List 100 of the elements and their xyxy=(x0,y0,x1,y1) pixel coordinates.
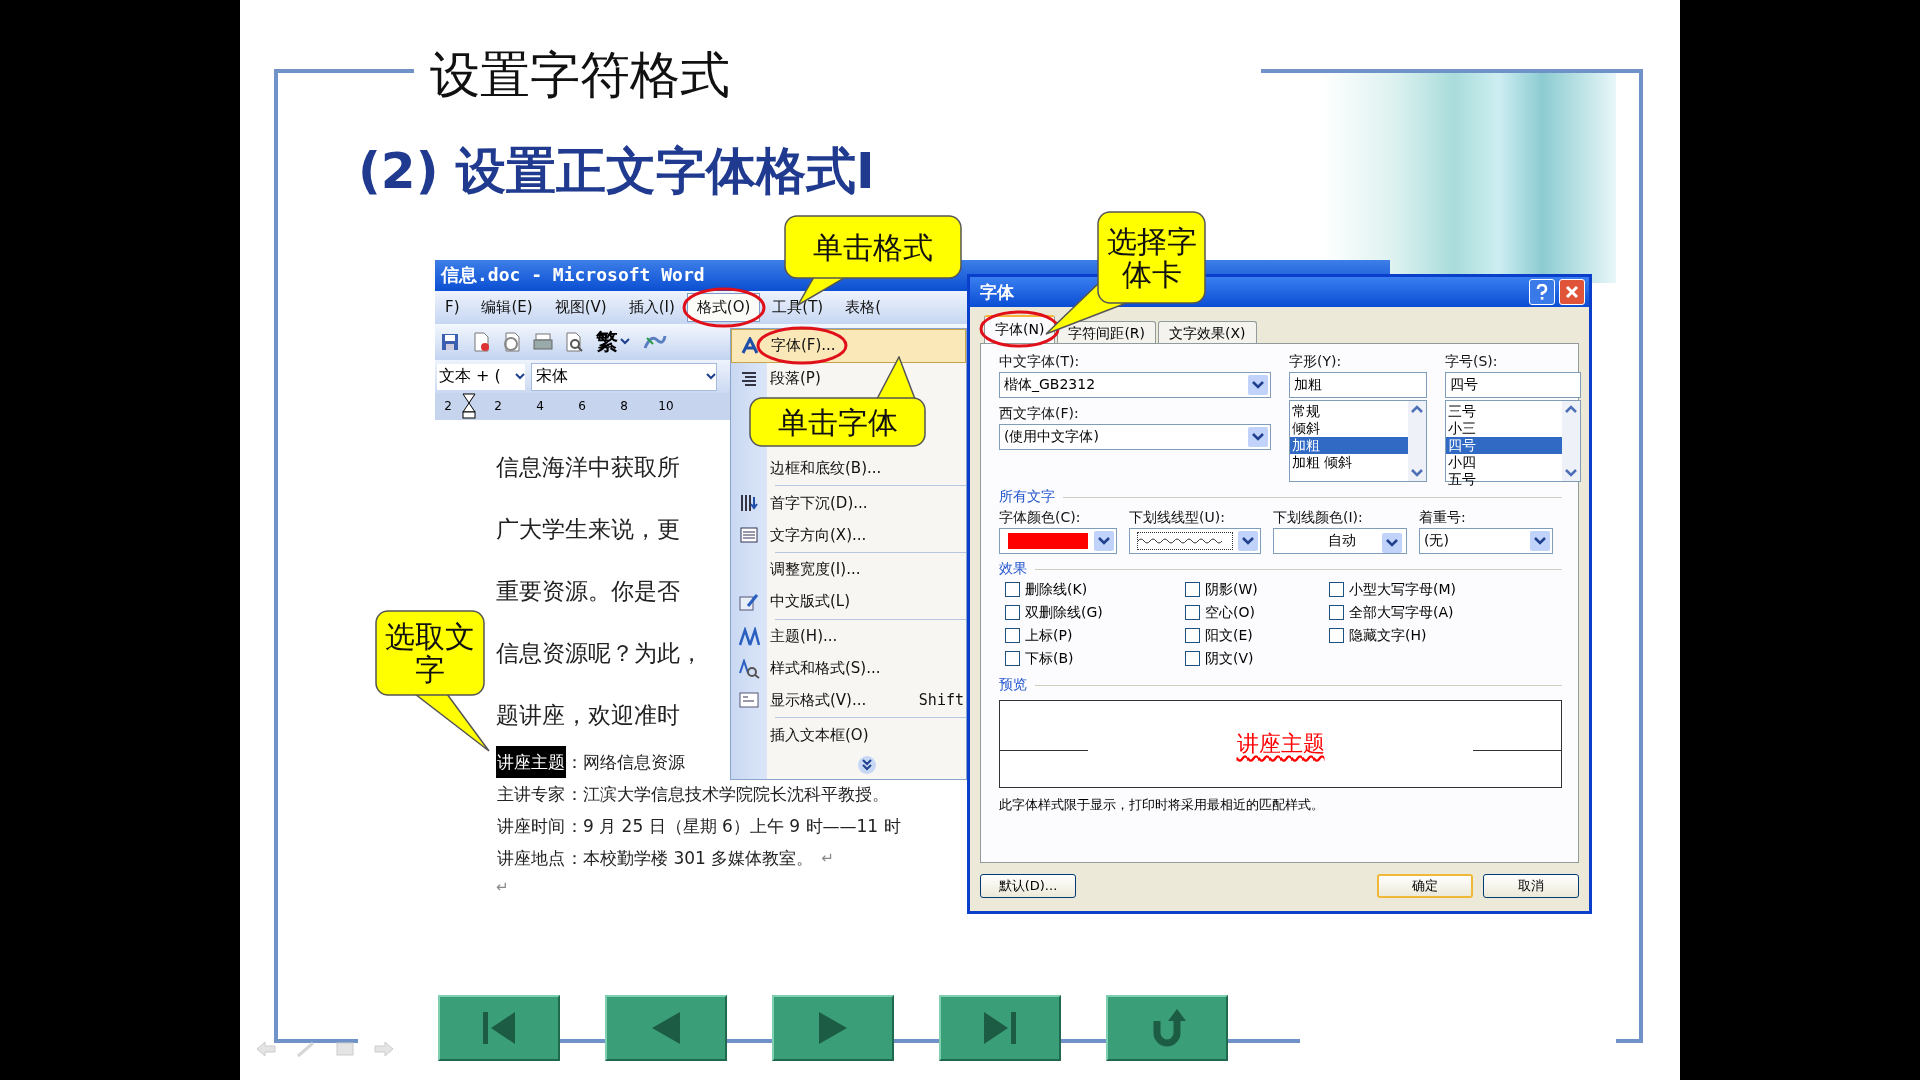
paragraph-text: 信息海洋中获取所 xyxy=(496,453,680,482)
magnifier-icon[interactable] xyxy=(563,330,585,353)
section-heading: 预览 xyxy=(999,676,1027,694)
theme-icon xyxy=(738,591,760,612)
arrow-left-icon[interactable] xyxy=(255,1040,277,1058)
detail-text: ：本校勤学楼 301 多媒体教室。 xyxy=(566,847,814,870)
menu-item[interactable]: 调整宽度(I)... xyxy=(731,554,966,586)
detail-label: 讲座主题 xyxy=(496,746,566,778)
note-text: 此字体样式限于显示，打印时将采用最相近的匹配样式。 xyxy=(999,796,1325,814)
close-button[interactable] xyxy=(1559,279,1585,305)
menu-item[interactable]: 中文版式(L) xyxy=(731,585,966,618)
underline-style-dropdown[interactable] xyxy=(1129,528,1261,554)
chinese-font-dropdown[interactable]: 楷体_GB2312 xyxy=(999,372,1271,398)
field-label: 字号(S): xyxy=(1445,352,1499,371)
western-font-dropdown[interactable]: (使用中文字体) xyxy=(999,424,1271,450)
paragraph-text: 重要资源。你是否 xyxy=(496,577,680,606)
checkbox[interactable] xyxy=(1185,582,1200,597)
checkbox[interactable] xyxy=(1329,628,1344,643)
style-dropdown[interactable]: 文本 + ( xyxy=(437,363,525,390)
paragraph-mark: ↵ xyxy=(496,877,509,898)
menu-item[interactable]: 插入文本框(O) xyxy=(731,719,966,752)
scrollbar[interactable] xyxy=(1562,401,1580,481)
field-label: 字形(Y): xyxy=(1289,352,1343,371)
checkbox[interactable] xyxy=(1005,605,1020,620)
list-item[interactable]: 三号 xyxy=(1446,403,1562,420)
checkbox[interactable] xyxy=(1185,605,1200,620)
list-item[interactable]: 五号 xyxy=(1446,471,1562,488)
ruler-number: 4 xyxy=(535,399,545,414)
field-label: 下划线线型(U): xyxy=(1129,508,1226,527)
help-button[interactable] xyxy=(1529,279,1555,305)
checkbox-label: 阴影(W) xyxy=(1205,580,1258,599)
detail-label: 讲座时间 xyxy=(496,815,566,838)
menu-item[interactable]: 视图(V) xyxy=(544,292,617,322)
section-heading: 效果 xyxy=(999,560,1027,578)
font-color-dropdown[interactable] xyxy=(999,528,1117,554)
preview-text: 讲座主题 xyxy=(1235,730,1326,758)
menu-item[interactable]: 显示格式(V)... Shift xyxy=(731,684,966,717)
list-item[interactable]: 加粗 倾斜 xyxy=(1290,454,1408,471)
checkbox[interactable] xyxy=(1005,651,1020,666)
default-button[interactable]: 默认(D)... xyxy=(980,874,1076,898)
checkbox-label: 隐藏文字(H) xyxy=(1349,626,1427,645)
menu-item[interactable]: 样式和格式(S)... xyxy=(731,652,966,685)
font-dropdown[interactable]: 宋体 xyxy=(531,362,717,391)
menu-item[interactable]: 格式(O) xyxy=(686,292,761,322)
tab[interactable]: 字符间距(R) xyxy=(1057,321,1157,343)
field-label: 下划线颜色(I): xyxy=(1273,508,1364,527)
menu-item[interactable]: 文字方向(X)... xyxy=(731,519,966,552)
scrollbar[interactable] xyxy=(1408,401,1426,481)
paragraph-icon xyxy=(739,369,759,388)
text-box-icon xyxy=(738,691,760,710)
emphasis-dropdown[interactable]: (无) xyxy=(1419,528,1553,554)
first-slide-button[interactable] xyxy=(438,995,560,1061)
previous-slide-button[interactable] xyxy=(605,995,727,1061)
checkbox[interactable] xyxy=(1185,651,1200,666)
checkbox-label: 上标(P) xyxy=(1025,626,1073,645)
menu-item[interactable]: 编辑(E) xyxy=(471,292,543,322)
list-item[interactable]: 小三 xyxy=(1446,420,1562,437)
menu-item[interactable]: F) xyxy=(435,293,470,322)
menu-item[interactable]: 插入(I) xyxy=(618,292,685,322)
list-item[interactable]: 小四 xyxy=(1446,454,1562,471)
list-item[interactable]: 加粗 xyxy=(1290,437,1408,454)
checkbox[interactable] xyxy=(1005,582,1020,597)
checkbox-label: 阳文(E) xyxy=(1205,626,1253,645)
pen-icon[interactable] xyxy=(295,1040,317,1058)
checkbox[interactable] xyxy=(1005,628,1020,643)
list-item[interactable]: 常规 xyxy=(1290,403,1408,420)
next-slide-button[interactable] xyxy=(772,995,894,1061)
text-field[interactable]: 四号 xyxy=(1445,372,1581,398)
checkbox-label: 删除线(K) xyxy=(1025,580,1088,599)
printer-icon[interactable] xyxy=(532,330,554,353)
cancel-button[interactable]: 取消 xyxy=(1483,874,1579,898)
ok-button[interactable]: 确定 xyxy=(1377,874,1473,898)
ruler-number: 2 xyxy=(443,399,453,414)
expand-chevron-icon[interactable] xyxy=(856,755,877,776)
list-item[interactable]: 倾斜 xyxy=(1290,420,1408,437)
ruler-number: 6 xyxy=(577,399,587,414)
indent-marker-icon[interactable] xyxy=(461,393,477,420)
checkbox[interactable] xyxy=(1185,628,1200,643)
checkbox[interactable] xyxy=(1329,582,1344,597)
menu-item[interactable]: 首字下沉(D)... xyxy=(731,487,966,520)
menu-item[interactable]: 边框和底纹(B)... xyxy=(731,452,966,485)
menu-item[interactable]: 字体(F)... xyxy=(731,329,966,363)
convert-button[interactable]: 繁 xyxy=(594,326,632,357)
checkbox[interactable] xyxy=(1329,605,1344,620)
last-slide-button[interactable] xyxy=(939,995,1061,1061)
menu-icon[interactable] xyxy=(335,1040,355,1058)
ruler-number: 10 xyxy=(657,399,675,414)
close-icon xyxy=(1565,285,1579,299)
detail-text: ：网络信息资源 xyxy=(566,751,685,774)
menu-item[interactable]: 主题(H)... xyxy=(731,620,966,653)
menu-item[interactable]: 段落(P) xyxy=(731,362,966,395)
underline-color-dropdown[interactable]: 自动 xyxy=(1273,528,1407,554)
list-item[interactable]: 四号 xyxy=(1446,437,1562,454)
checkbox-label: 全部大写字母(A) xyxy=(1349,603,1454,622)
text-field[interactable]: 加粗 xyxy=(1289,372,1427,398)
return-button[interactable] xyxy=(1106,995,1228,1061)
reveal-format-icon xyxy=(738,658,760,679)
tab[interactable]: 文字效果(X) xyxy=(1158,321,1257,343)
detail-label: 讲座地点 xyxy=(496,847,566,870)
document-icon[interactable] xyxy=(501,330,523,353)
